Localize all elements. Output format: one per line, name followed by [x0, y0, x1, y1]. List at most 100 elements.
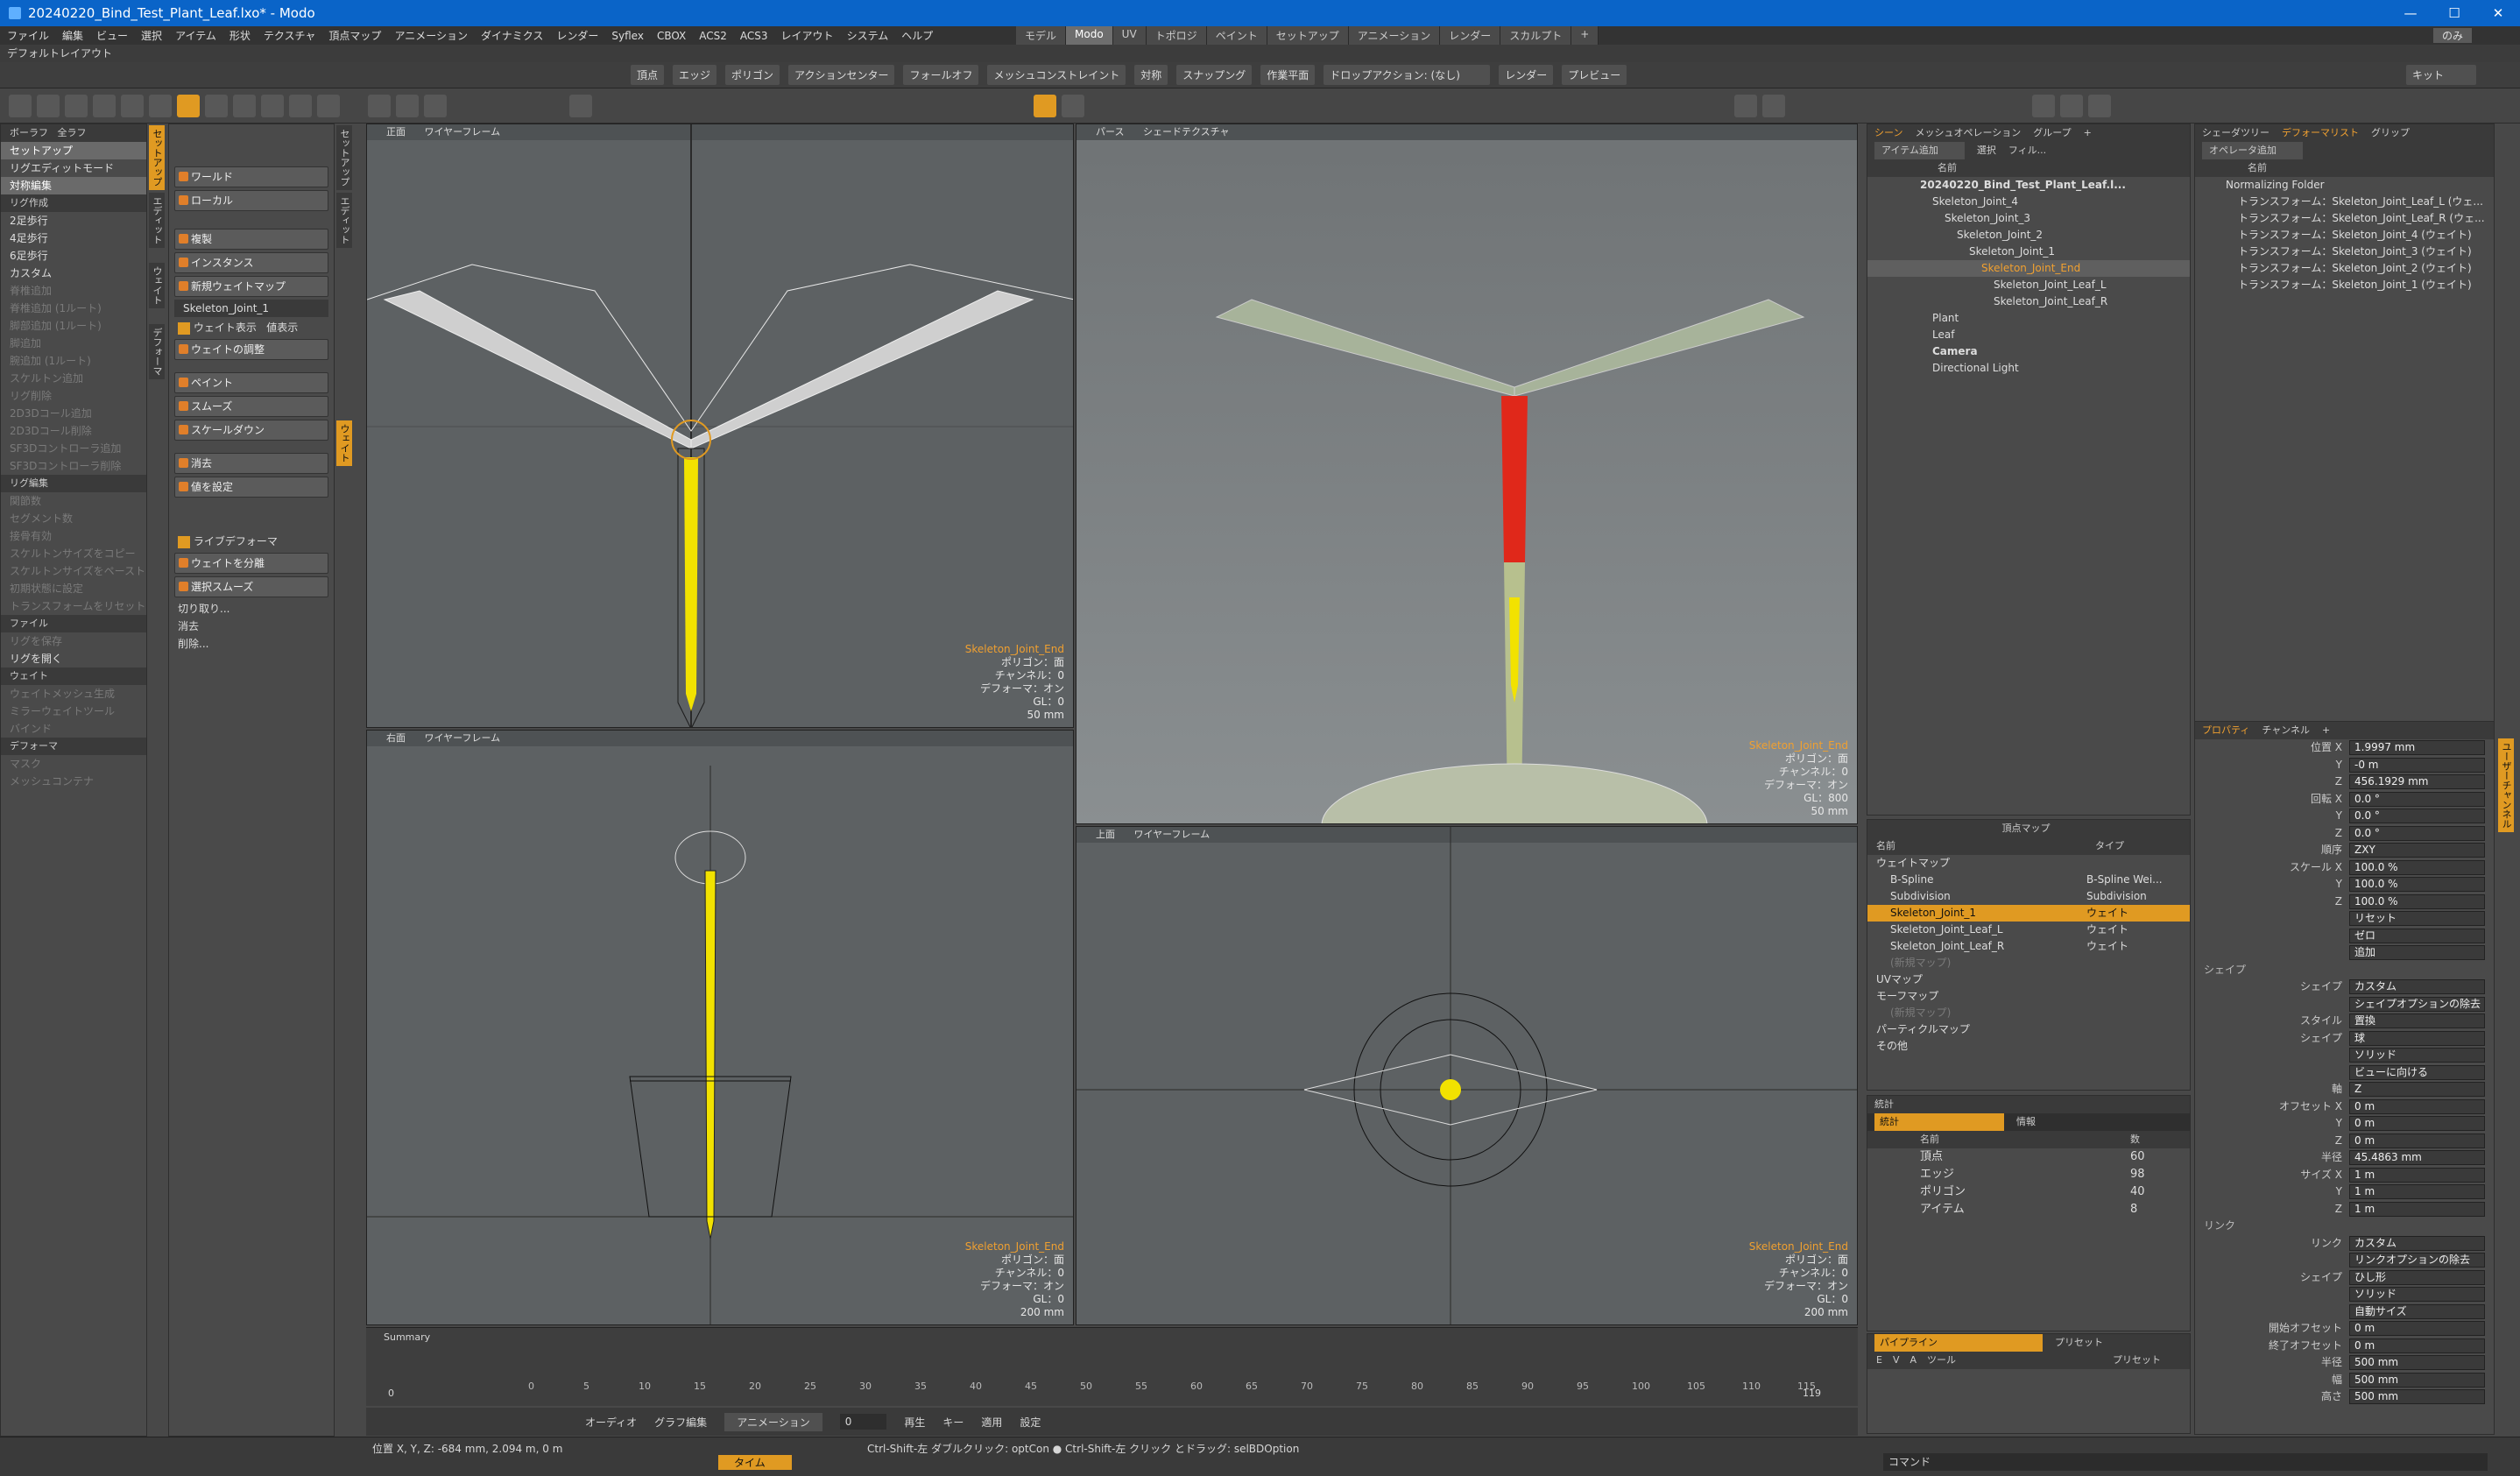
- show-weight-checkbox[interactable]: ウェイト表示 値表示: [169, 319, 334, 336]
- sphere-icon[interactable]: [65, 95, 88, 117]
- property-value[interactable]: リセット: [2349, 911, 2485, 926]
- user-label[interactable]: のみ: [2432, 28, 2472, 43]
- animation-select[interactable]: アニメーション: [724, 1412, 822, 1431]
- rig-tool-item[interactable]: 6足歩行: [1, 247, 146, 265]
- apply-button[interactable]: 適用: [981, 1415, 1002, 1430]
- layer-icon[interactable]: [424, 95, 447, 117]
- preview-button[interactable]: プレビュー: [1562, 65, 1627, 85]
- property-value[interactable]: 456.1929 mm: [2349, 774, 2485, 789]
- property-value[interactable]: 0 m: [2349, 1133, 2485, 1148]
- property-value[interactable]: ソリッド: [2349, 1287, 2485, 1302]
- tab-grip[interactable]: グリップ: [2371, 124, 2410, 142]
- tab-shader-tree[interactable]: シェーダツリー: [2202, 124, 2269, 142]
- timeline[interactable]: Summary 0 5 10 15 20 25 30 35 40 45 50 55 60 65 70 75 80…: [366, 1327, 1858, 1406]
- scene-item[interactable]: Skeleton_Joint_Leaf_R: [1867, 293, 2190, 310]
- rig-tool-item[interactable]: トランスフォームをリセット: [1, 597, 146, 615]
- vmap-item[interactable]: ウェイトマップ: [1867, 855, 2190, 872]
- vmap-item[interactable]: (新規マップ): [1867, 1005, 2190, 1021]
- property-value[interactable]: 0 m: [2349, 1338, 2485, 1353]
- smooth-selection-button[interactable]: 選択スムーズ: [174, 576, 328, 597]
- tab-topology[interactable]: トポロジ: [1146, 26, 1207, 45]
- side-tab2-weight[interactable]: ウェイト: [336, 420, 352, 466]
- tab-mesh-ops[interactable]: メッシュオペレーション: [1915, 124, 2021, 142]
- rig-tool-item[interactable]: セットアップ: [1, 142, 146, 159]
- deformer-item[interactable]: トランスフォーム：Skeleton_Joint_Leaf_R (ウェ...: [2195, 210, 2494, 227]
- rotate-icon[interactable]: [177, 95, 200, 117]
- tab-pipeline[interactable]: パイプライン: [1874, 1334, 2043, 1352]
- menu-item[interactable]: アイテム: [175, 28, 216, 43]
- property-value[interactable]: ゼロ: [2349, 928, 2485, 943]
- rig-tool-item[interactable]: 腕追加 (1ルート): [1, 352, 146, 370]
- close-button[interactable]: ✕: [2476, 0, 2520, 26]
- property-value[interactable]: リンクオプションの除去: [2349, 1253, 2485, 1268]
- play-button[interactable]: 再生: [904, 1415, 925, 1430]
- property-value[interactable]: 0 m: [2349, 1116, 2485, 1131]
- deformer-item[interactable]: トランスフォーム：Skeleton_Joint_2 (ウェイト): [2195, 260, 2494, 277]
- rig-tool-item[interactable]: バインド: [1, 720, 146, 738]
- tab-add[interactable]: +: [2084, 124, 2092, 142]
- weight-icon[interactable]: [261, 95, 284, 117]
- menu-acs2[interactable]: ACS2: [699, 30, 727, 42]
- filter-field[interactable]: フィル...: [2008, 142, 2046, 159]
- scene-item[interactable]: Camera: [1867, 343, 2190, 360]
- property-value[interactable]: 45.4863 mm: [2349, 1150, 2485, 1165]
- property-value[interactable]: 球: [2349, 1030, 2485, 1046]
- scene-item[interactable]: Skeleton_Joint_End: [1867, 260, 2190, 277]
- property-value[interactable]: ZXY: [2349, 843, 2485, 858]
- side-tab2-edit[interactable]: エディット: [336, 193, 352, 248]
- all-header[interactable]: 全ラフ: [58, 127, 87, 138]
- workplane-button[interactable]: 作業平面: [1260, 65, 1316, 85]
- rig-tool-item[interactable]: スケルトンサイズをペースト: [1, 562, 146, 580]
- split-weight-button[interactable]: ウェイトを分離: [174, 553, 328, 574]
- tab-scene[interactable]: シーン: [1874, 124, 1902, 142]
- side-tab-user-channels[interactable]: ユーザーチャンネル: [2498, 738, 2514, 832]
- tab-preset[interactable]: プリセット: [2055, 1334, 2103, 1352]
- layout-label[interactable]: デフォルトレイアウト: [7, 47, 112, 60]
- smooth-button[interactable]: スムーズ: [174, 396, 328, 417]
- paint-button[interactable]: ペイント: [174, 372, 328, 393]
- side-tab-edit[interactable]: エディット: [149, 193, 165, 248]
- rig-tool-item[interactable]: ウェイトメッシュ生成: [1, 685, 146, 703]
- property-value[interactable]: 0.0 °: [2349, 825, 2485, 841]
- transform-icon[interactable]: [149, 95, 172, 117]
- vmap-item[interactable]: Skeleton_Joint_1 ウェイト: [1867, 905, 2190, 922]
- rig-tool-item[interactable]: 2足歩行: [1, 212, 146, 230]
- bone-icon[interactable]: [233, 95, 256, 117]
- action-center-button[interactable]: アクションセンター: [788, 65, 895, 85]
- menu-geometry[interactable]: 形状: [229, 28, 251, 43]
- kit-search[interactable]: キット: [2406, 65, 2476, 85]
- audio-button[interactable]: オーディオ: [585, 1415, 637, 1430]
- tab-groups[interactable]: グループ: [2033, 124, 2071, 142]
- vmap-item[interactable]: パーティクルマップ: [1867, 1021, 2190, 1038]
- property-value[interactable]: 1 m: [2349, 1167, 2485, 1183]
- menu-acs3[interactable]: ACS3: [740, 30, 768, 42]
- rig-tool-item[interactable]: リグ削除: [1, 387, 146, 405]
- menu-vertex-map[interactable]: 頂点マップ: [328, 28, 381, 43]
- rig-tool-item[interactable]: 接骨有効: [1, 527, 146, 545]
- mesh-constraint-button[interactable]: メッシュコンストレイント: [987, 65, 1126, 85]
- property-value[interactable]: 0 m: [2349, 1098, 2485, 1114]
- menu-syflex[interactable]: Syflex: [611, 30, 644, 42]
- menu-help[interactable]: ヘルプ: [901, 28, 933, 43]
- property-value[interactable]: ビューに向ける: [2349, 1064, 2485, 1080]
- rig-tool-item[interactable]: SF3Dコントローラ追加: [1, 440, 146, 457]
- snapping-button[interactable]: スナップング: [1176, 65, 1253, 85]
- tab-model[interactable]: モデル: [1016, 26, 1067, 45]
- magnet-icon[interactable]: [289, 95, 312, 117]
- rig-tool-item[interactable]: セグメント数: [1, 510, 146, 527]
- camera-icon[interactable]: [2088, 95, 2111, 117]
- copy-button[interactable]: 複製: [174, 229, 328, 250]
- new-weight-map-button[interactable]: 新規ウェイトマップ: [174, 276, 328, 297]
- property-value[interactable]: 1 m: [2349, 1184, 2485, 1199]
- viewport-perspective[interactable]: パース シェードテクスチャ Skeleton_Joint_End ポリゴン：面 …: [1076, 124, 1858, 824]
- rig-tool-item[interactable]: 関節数: [1, 492, 146, 510]
- rig-tool-item[interactable]: マスク: [1, 755, 146, 773]
- globe-icon[interactable]: [2032, 95, 2055, 117]
- vmap-item[interactable]: UVマップ: [1867, 971, 2190, 988]
- tab-paint[interactable]: ペイント: [1206, 26, 1267, 45]
- symmetry-button[interactable]: 対称: [1134, 65, 1168, 85]
- tab-sculpt[interactable]: スカルプト: [1500, 26, 1572, 45]
- vmap-item[interactable]: B-Spline B-Spline Wei...: [1867, 872, 2190, 888]
- menu-texture[interactable]: テクスチャ: [264, 28, 316, 43]
- rig-tool-item[interactable]: 脊椎追加 (1ルート): [1, 300, 146, 317]
